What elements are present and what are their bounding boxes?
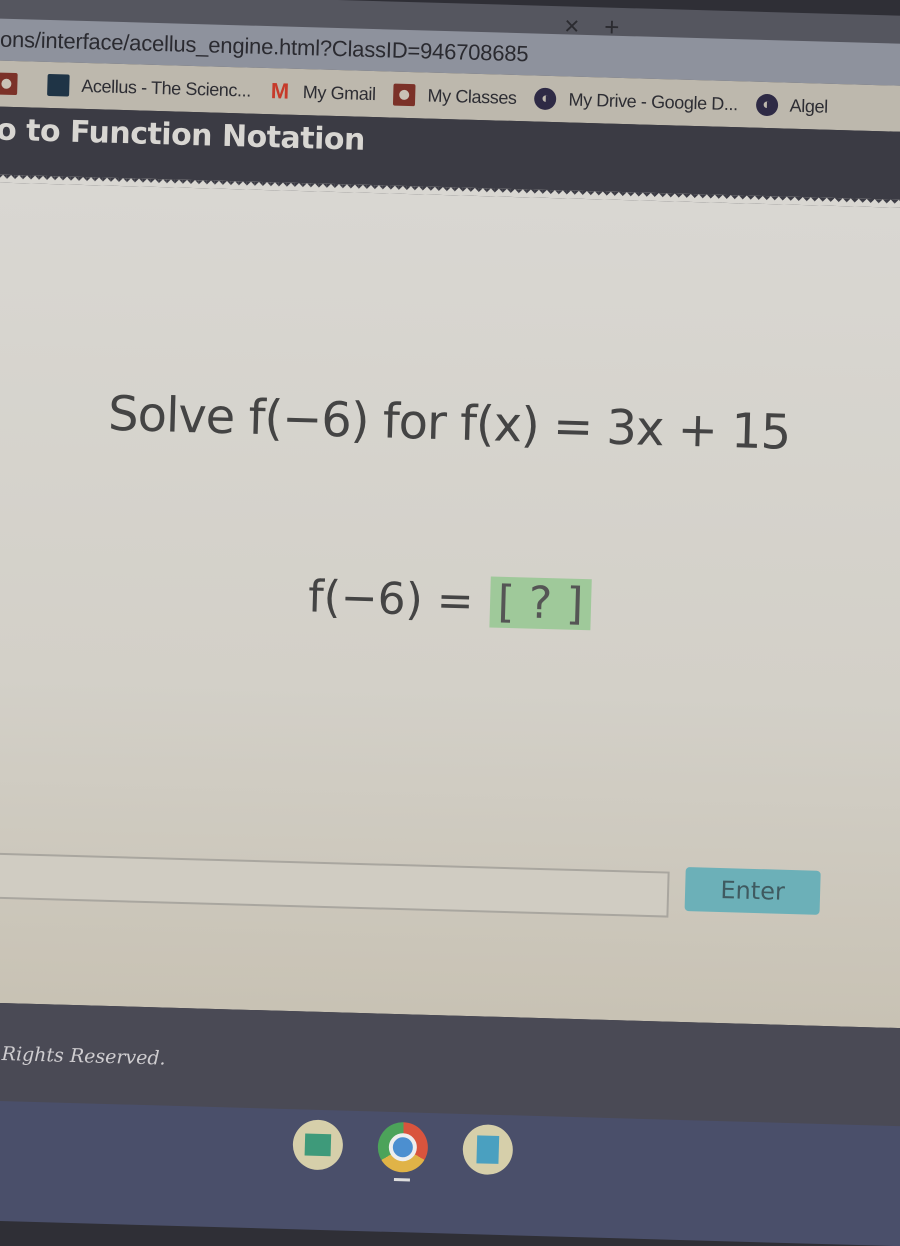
answer-expression: f(−6) = [ ? ] bbox=[307, 571, 594, 631]
classroom-icon bbox=[304, 1133, 332, 1157]
enter-button[interactable]: Enter bbox=[684, 867, 821, 915]
copyright-text: tion. All Rights Reserved. bbox=[0, 1041, 166, 1070]
bookmark-algebra[interactable]: ◐ Algel bbox=[755, 93, 829, 118]
url-text[interactable]: ctions/interface/acellus_engine.html?Cla… bbox=[0, 26, 529, 67]
os-shelf bbox=[0, 1099, 900, 1246]
question-text: Solve f(−6) for f(x) = 3x + 15 bbox=[107, 385, 791, 461]
shelf-app-docs[interactable] bbox=[462, 1123, 514, 1176]
docs-icon bbox=[476, 1135, 500, 1164]
active-indicator bbox=[393, 1178, 410, 1182]
acellus-icon bbox=[47, 73, 70, 97]
bookmark-label: Algel bbox=[789, 95, 829, 117]
classroom-icon bbox=[393, 83, 416, 107]
bookmark-my-classes[interactable]: My Classes bbox=[393, 83, 517, 109]
screen: × + ctions/interface/acellus_engine.html… bbox=[0, 0, 900, 1246]
problem-area: Solve f(−6) for f(x) = 3x + 15 f(−6) = [… bbox=[0, 181, 900, 1029]
bookmark-my-drive[interactable]: ◐ My Drive - Google D... bbox=[534, 87, 739, 116]
chrome-icon bbox=[388, 1132, 418, 1162]
bookmark-classroom[interactable] bbox=[0, 72, 30, 96]
answer-input[interactable] bbox=[0, 852, 670, 918]
gmail-icon: M bbox=[270, 78, 290, 104]
answer-prefix: f(−6) = bbox=[307, 571, 489, 628]
bookmark-acellus[interactable]: Acellus - The Scienc... bbox=[47, 73, 252, 102]
bracket-open: [ bbox=[496, 576, 516, 629]
bookmark-label: My Drive - Google D... bbox=[568, 88, 739, 114]
classroom-icon bbox=[0, 72, 18, 96]
bookmark-label: Acellus - The Scienc... bbox=[81, 75, 252, 101]
lesson-title: o to Function Notation bbox=[0, 112, 366, 158]
bookmark-label: My Classes bbox=[427, 85, 517, 108]
answer-blank: [ ? ] bbox=[488, 576, 593, 631]
globe-icon: ◐ bbox=[755, 93, 779, 117]
shelf-app-chrome[interactable] bbox=[377, 1121, 429, 1182]
bookmark-label: My Gmail bbox=[302, 81, 376, 104]
blank-placeholder: ? bbox=[528, 577, 553, 630]
bookmark-gmail[interactable]: M My Gmail bbox=[269, 78, 376, 105]
bracket-close: ] bbox=[565, 578, 585, 631]
shelf-app-classroom[interactable] bbox=[292, 1119, 344, 1171]
globe-icon: ◐ bbox=[534, 87, 557, 111]
